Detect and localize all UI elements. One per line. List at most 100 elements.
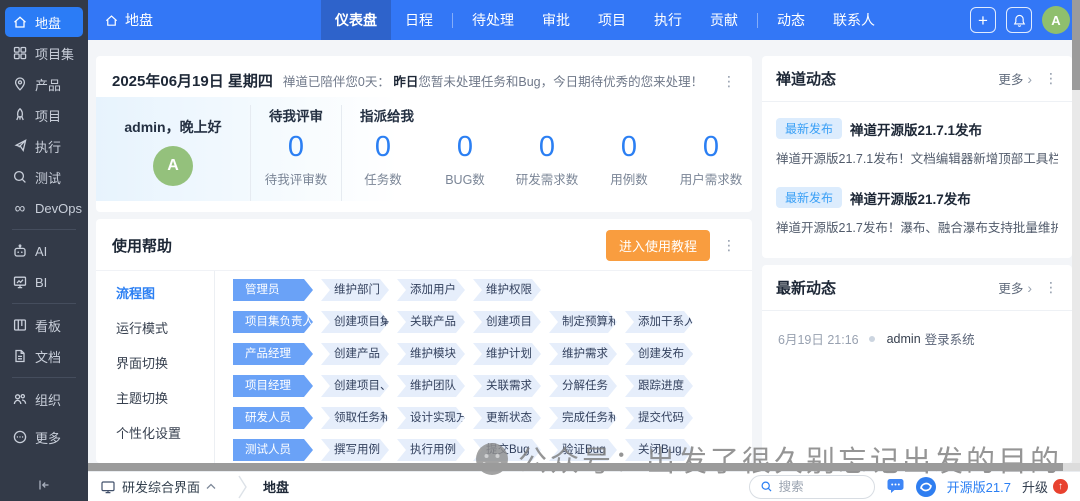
flow-step-chip[interactable]: 维护需求 <box>549 343 617 365</box>
flow-step-chip[interactable]: 制定预算和规划 <box>549 311 617 333</box>
avatar[interactable]: A <box>153 146 193 186</box>
sidebar-item-program[interactable]: 项目集 <box>5 38 83 68</box>
create-button[interactable]: + <box>970 7 996 33</box>
version-label[interactable]: 开源版21.7 <box>947 477 1011 496</box>
user-avatar[interactable]: A <box>1042 6 1070 34</box>
news-title[interactable]: 禅道开源版21.7.1发布 <box>850 119 982 139</box>
flow-step-chip[interactable]: 创建项目、拆分任务 <box>321 375 389 397</box>
stat-value[interactable]: 0 <box>588 131 670 164</box>
sidebar-item-bi[interactable]: BI <box>5 267 83 297</box>
flow-step-chip[interactable]: 提交Bug <box>473 439 541 461</box>
assigned-stat-group: 指派给我 0 任务数 0 BUG数 0 研发需求数 0 用例数 0 用户需求数 <box>342 105 752 201</box>
monitor-chart-icon <box>12 274 28 290</box>
help-menu-mode[interactable]: 运行模式 <box>116 318 214 337</box>
flow-step-chip[interactable]: 执行用例 <box>397 439 465 461</box>
sidebar-item-qa[interactable]: 测试 <box>5 162 83 192</box>
vertical-scrollbar-thumb[interactable] <box>1072 0 1080 90</box>
flow-step-chip[interactable]: 撰写用例 <box>321 439 389 461</box>
sidebar-item-label: 产品 <box>35 77 62 93</box>
flow-step-chip[interactable]: 创建产品 <box>321 343 389 365</box>
tab-project[interactable]: 项目 <box>584 0 640 40</box>
feedback-chat-icon[interactable] <box>886 478 905 495</box>
tab-approval[interactable]: 审批 <box>528 0 584 40</box>
news-title[interactable]: 禅道开源版21.7发布 <box>850 188 971 208</box>
flow-step-chip[interactable]: 关闭Bug <box>625 439 693 461</box>
news-badge: 最新发布 <box>776 118 843 139</box>
card-menu-icon[interactable]: ⋮ <box>722 237 736 254</box>
search-input[interactable] <box>778 479 859 494</box>
help-menu-ui-switch[interactable]: 界面切换 <box>116 353 214 372</box>
tab-dynamic[interactable]: 动态 <box>763 0 819 40</box>
sidebar-item-label: 组织 <box>35 392 62 408</box>
news-item: 最新发布 禅道开源版21.7发布 禅道开源版21.7发布！瀑布、融合瀑布支持批量… <box>776 187 1058 236</box>
flow-step-chip[interactable]: 完成任务和Bug <box>549 407 617 429</box>
upgrade-link[interactable]: 升级 ↑ <box>1022 477 1068 496</box>
flow-step-chip[interactable]: 跟踪进度 <box>625 375 693 397</box>
flow-step-chip[interactable]: 维护模块 <box>397 343 465 365</box>
flow-step-chip[interactable]: 创建发布 <box>625 343 693 365</box>
navbar-brand[interactable]: 地盘 <box>88 10 169 30</box>
flow-step-chip[interactable]: 关联产品 <box>397 311 465 333</box>
stat-value[interactable]: 0 <box>342 131 424 164</box>
flow-step-chip[interactable]: 维护部门 <box>321 279 389 301</box>
search-box[interactable] <box>748 474 875 499</box>
sidebar-item-devops[interactable]: ∞ DevOps <box>5 193 83 223</box>
tab-contribution[interactable]: 贡献 <box>696 0 752 40</box>
sidebar-item-label: 项目 <box>35 108 62 124</box>
sidebar-item-ai[interactable]: AI <box>5 236 83 266</box>
card-menu-icon[interactable]: ⋮ <box>1044 70 1058 87</box>
card-menu-icon[interactable]: ⋮ <box>722 73 736 90</box>
sidebar-item-doc[interactable]: 文档 <box>5 341 83 371</box>
help-menu-personalize[interactable]: 个性化设置 <box>116 423 214 442</box>
sidebar-item-kanban[interactable]: 看板 <box>5 310 83 340</box>
navbar-actions: + A <box>970 6 1080 34</box>
flow-step-chip[interactable]: 设计实现方案 <box>397 407 465 429</box>
tab-execution[interactable]: 执行 <box>640 0 696 40</box>
flow-step-chip[interactable]: 创建项目 <box>473 311 541 333</box>
stat-value[interactable]: 0 <box>670 131 752 164</box>
tab-dashboard[interactable]: 仪表盘 <box>321 0 391 40</box>
flow-step-chip[interactable]: 维护计划 <box>473 343 541 365</box>
more-link[interactable]: 更多 › <box>998 278 1032 297</box>
flow-step-chip[interactable]: 验证Bug <box>549 439 617 461</box>
flow-step-chip[interactable]: 更新状态 <box>473 407 541 429</box>
sidebar-collapse-button[interactable] <box>0 477 88 493</box>
flow-step-chip[interactable]: 分解任务 <box>549 375 617 397</box>
flow-step-chip[interactable]: 提交代码 <box>625 407 693 429</box>
tab-todo[interactable]: 待处理 <box>458 0 528 40</box>
help-body: 流程图 运行模式 界面切换 主题切换 个性化设置 管理员 维护部门 添加用户 维… <box>96 270 752 463</box>
tab-contacts[interactable]: 联系人 <box>819 0 889 40</box>
sidebar-item-org[interactable]: 组织 <box>5 384 83 414</box>
help-menu-flowchart[interactable]: 流程图 <box>116 283 214 302</box>
tab-calendar[interactable]: 日程 <box>391 0 447 40</box>
stat-value[interactable]: 0 <box>251 131 341 164</box>
sidebar-item-more[interactable]: 更多 <box>5 422 83 452</box>
sidebar-item-project[interactable]: 项目 <box>5 100 83 130</box>
sidebar-item-dashboard[interactable]: 地盘 <box>5 7 83 37</box>
help-menu-theme[interactable]: 主题切换 <box>116 388 214 407</box>
sidebar-item-label: 更多 <box>35 430 62 446</box>
flow-step-chip[interactable]: 领取任务和Bug <box>321 407 389 429</box>
notification-button[interactable] <box>1006 7 1032 33</box>
more-link[interactable]: 更多 › <box>998 69 1032 88</box>
flow-step-chip[interactable]: 创建项目集 <box>321 311 389 333</box>
flow-step-chip[interactable]: 维护权限 <box>473 279 541 301</box>
date-label: 2025年06月19日 星期四 <box>112 73 273 90</box>
flow-row-developer: 研发人员 领取任务和Bug 设计实现方案 更新状态 完成任务和Bug 提交代码 <box>233 407 752 429</box>
flow-row-project-manager: 项目经理 创建项目、拆分任务 维护团队 关联需求 分解任务 跟踪进度 <box>233 375 752 397</box>
sidebar-item-execution[interactable]: 执行 <box>5 131 83 161</box>
stat-value[interactable]: 0 <box>424 131 506 164</box>
flow-step-chip[interactable]: 添加用户 <box>397 279 465 301</box>
view-switcher[interactable]: 研发综合界面 <box>100 477 216 496</box>
flow-step-chip[interactable]: 关联需求 <box>473 375 541 397</box>
horizontal-scrollbar-thumb[interactable] <box>88 463 1063 471</box>
tutorial-button[interactable]: 进入使用教程 <box>605 230 710 261</box>
flow-step-chip[interactable]: 添加干系人 <box>625 311 693 333</box>
flow-step-chip[interactable]: 维护团队 <box>397 375 465 397</box>
greeting-prefix: 禅道已陪伴您0天： <box>282 75 390 89</box>
horizontal-scrollbar[interactable] <box>88 463 1080 471</box>
vertical-scrollbar[interactable] <box>1072 0 1080 463</box>
sidebar-item-product[interactable]: 产品 <box>5 69 83 99</box>
stat-value[interactable]: 0 <box>506 131 588 164</box>
card-menu-icon[interactable]: ⋮ <box>1044 279 1058 296</box>
